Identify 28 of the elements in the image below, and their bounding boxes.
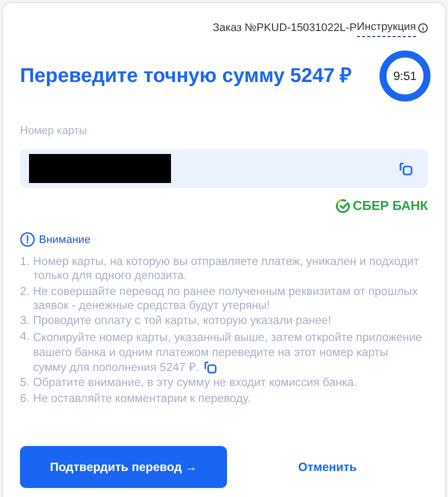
item-number: 1.	[20, 255, 31, 270]
confirm-button[interactable]: Подтвердить перевод →	[20, 446, 227, 488]
page-title: Переведите точную сумму 5247 ₽	[20, 64, 352, 88]
cancel-button[interactable]: Отменить	[227, 446, 428, 488]
instructions-link[interactable]: Инструкция	[356, 19, 416, 36]
instruction-text: Номер карты, на которую вы отправляете платеж, уникален и подходит только для одного депозита.	[33, 255, 420, 283]
item-number: 3.	[20, 314, 31, 328]
item-number: 5.	[20, 376, 31, 390]
instruction-text: Скопируйте номер карты, указанный выше, затем откройте приложение вашего банка и одним платежом переведите на этот номер карты сумму для пополнения 5247 ₽.	[33, 330, 424, 375]
instruction-text: Не совершайте перевод по ранее полученным реквизитам от прошлых заявок - денежные средства будут утеряны!	[33, 284, 419, 312]
warning-title: Внимание	[39, 232, 91, 248]
card-number-field[interactable]	[20, 149, 428, 188]
bank-logo-icon	[336, 198, 350, 213]
instruction-text: Не оставляйте комментарии к переводу.	[33, 392, 252, 406]
instruction-text: Обратите внимание, в эту сумму не входит комиссия банка.	[33, 376, 358, 390]
copy-icon[interactable]	[203, 360, 218, 375]
warning-icon	[20, 232, 35, 248]
item-number: 6.	[20, 392, 31, 406]
bank-logo: СБЕР БАНК	[352, 197, 428, 215]
timer-text: 9:51	[393, 68, 417, 82]
order-number: Заказ №PKUD-15031022L-Р	[212, 20, 357, 36]
field-label: Номер карты	[20, 124, 88, 138]
item-number: 2.	[20, 284, 31, 300]
instruction-text: Проводите оплату с той карты, которую указали ранее!	[33, 314, 332, 328]
info-icon[interactable]	[418, 22, 428, 33]
copy-icon[interactable]	[398, 160, 414, 176]
item-number: 4.	[20, 330, 31, 344]
timer-ring	[378, 48, 432, 102]
